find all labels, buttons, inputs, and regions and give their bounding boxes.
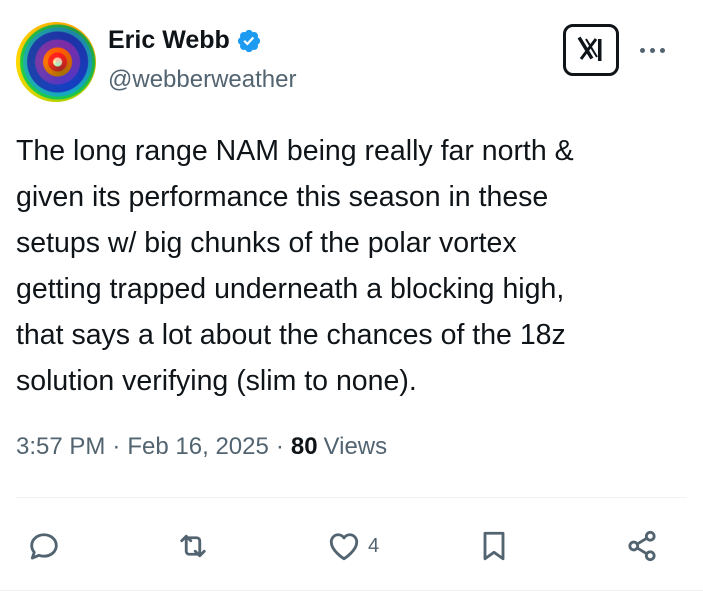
action-bar: 4: [0, 524, 703, 568]
share-button[interactable]: [624, 524, 660, 568]
retweet-button[interactable]: [175, 524, 211, 568]
like-count: 4: [368, 534, 380, 557]
views-count: 80: [290, 433, 318, 460]
reply-button[interactable]: [26, 524, 62, 568]
views-label: Views: [323, 433, 388, 460]
separator-dot: ·: [275, 433, 284, 460]
heart-icon: [329, 533, 359, 561]
more-dot-icon: [660, 48, 665, 53]
more-dot-icon: [640, 48, 645, 53]
verified-badge-icon: [237, 29, 260, 52]
bookmark-icon: [483, 531, 505, 561]
tweet-time[interactable]: 3:57 PM: [16, 433, 105, 461]
x-logo-icon: [577, 36, 602, 61]
bottom-divider: [0, 590, 703, 591]
tweet-date[interactable]: Feb 16, 2025: [127, 433, 268, 461]
like-button[interactable]: 4: [326, 524, 379, 568]
author-name[interactable]: Eric Webb: [108, 26, 230, 55]
reply-icon: [30, 533, 58, 560]
separator-dot: ·: [112, 433, 121, 460]
divider: [16, 497, 687, 498]
more-options-button[interactable]: [640, 48, 665, 53]
share-icon: [628, 530, 656, 562]
more-dot-icon: [650, 48, 655, 53]
avatar[interactable]: [16, 22, 96, 102]
tweet-meta: 3:57 PM · Feb 16, 2025 · 80 Views: [16, 433, 387, 461]
author-handle[interactable]: @webberweather: [108, 66, 296, 94]
x-logo-button[interactable]: [563, 24, 619, 76]
tweet-text: The long range NAM being really far nort…: [16, 135, 574, 397]
retweet-icon: [180, 534, 206, 558]
bookmark-button[interactable]: [476, 524, 512, 568]
author-name-row: Eric Webb: [108, 26, 262, 55]
